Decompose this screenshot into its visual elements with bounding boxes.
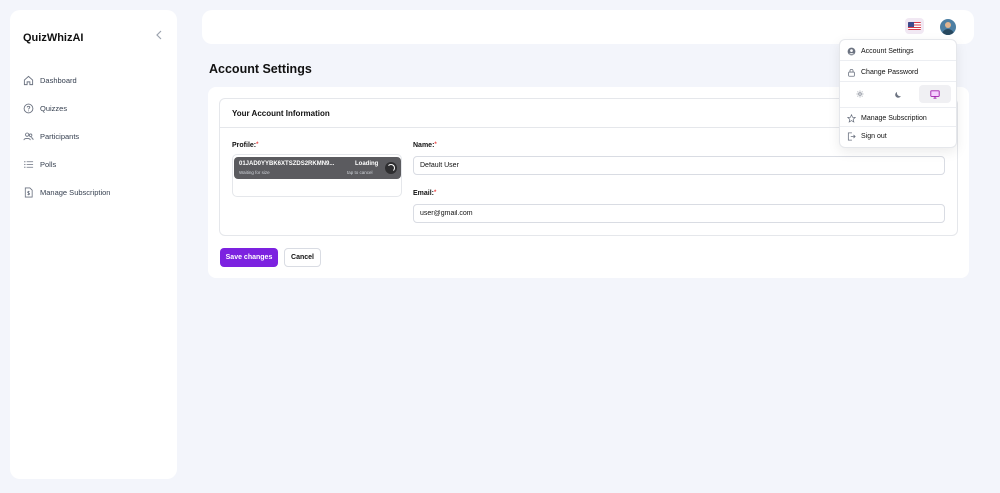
- brand-logo: QuizWhizAI: [23, 32, 84, 44]
- avatar-face: [945, 22, 951, 28]
- upload-progress-item: 01JAD0YYBK6XTSZDS2RKMN9... Waiting for s…: [234, 157, 401, 179]
- email-label-text: Email:: [413, 190, 435, 197]
- menu-item-label: Change Password: [861, 69, 919, 76]
- dollar-file-icon: [22, 186, 34, 198]
- star-icon: [847, 114, 856, 123]
- user-menu-dropdown: Account Settings Change Password Manage …: [839, 39, 957, 148]
- user-circle-icon: [847, 47, 856, 56]
- sidebar-item-quizzes[interactable]: Quizzes: [22, 94, 172, 122]
- sidebar-item-dashboard[interactable]: Dashboard: [22, 66, 172, 94]
- sign-out-icon: [847, 132, 856, 141]
- theme-light-button[interactable]: [844, 85, 876, 103]
- sidebar: QuizWhizAI Dashboard Quizzes Participant…: [10, 10, 177, 479]
- sidebar-item-label: Quizzes: [40, 103, 68, 113]
- menu-item-label: Manage Subscription: [861, 115, 927, 122]
- sidebar-item-label: Polls: [40, 159, 57, 169]
- page-title: Account Settings: [209, 62, 312, 76]
- sidebar-item-manage-subscription[interactable]: Manage Subscription: [22, 178, 172, 206]
- lock-icon: [847, 68, 856, 77]
- sidebar-item-participants[interactable]: Participants: [22, 122, 172, 150]
- upload-loading-text: Loading: [355, 161, 379, 167]
- menu-divider: [840, 60, 956, 61]
- required-mark: *: [256, 142, 259, 148]
- help-circle-icon: [22, 102, 34, 114]
- email-label: Email:*: [413, 190, 436, 197]
- required-mark: *: [434, 142, 437, 148]
- menu-item-account-settings[interactable]: Account Settings: [847, 47, 914, 56]
- menu-divider: [840, 126, 956, 127]
- cancel-upload-button[interactable]: [385, 162, 397, 174]
- chevron-left-icon: [156, 30, 162, 40]
- profile-label: Profile:*: [232, 142, 258, 149]
- sun-icon: [856, 90, 864, 98]
- upload-file-name: 01JAD0YYBK6XTSZDS2RKMN9...: [239, 161, 335, 167]
- list-icon: [22, 158, 34, 170]
- language-button[interactable]: [905, 18, 924, 34]
- monitor-icon: [930, 89, 940, 99]
- name-label: Name:*: [413, 142, 437, 149]
- save-changes-button[interactable]: Save changes: [220, 248, 278, 267]
- theme-dark-button[interactable]: [882, 85, 914, 103]
- users-icon: [22, 130, 34, 142]
- menu-divider: [840, 107, 956, 108]
- menu-item-change-password[interactable]: Change Password: [847, 68, 918, 77]
- avatar[interactable]: [940, 19, 956, 35]
- avatar-body: [942, 29, 954, 35]
- moon-icon: [894, 91, 901, 98]
- theme-system-button[interactable]: [919, 85, 951, 103]
- us-flag-icon: [908, 22, 921, 30]
- cancel-button[interactable]: Cancel: [284, 248, 321, 267]
- menu-item-label: Account Settings: [861, 48, 914, 55]
- name-label-text: Name:: [413, 142, 435, 149]
- upload-file-status: Waiting for size: [239, 170, 270, 175]
- sidebar-item-label: Dashboard: [40, 75, 77, 85]
- name-field[interactable]: [413, 156, 945, 175]
- sidebar-item-polls[interactable]: Polls: [22, 150, 172, 178]
- sidebar-nav: Dashboard Quizzes Participants Polls Man…: [22, 66, 172, 206]
- email-field[interactable]: [413, 204, 945, 223]
- menu-item-manage-subscription[interactable]: Manage Subscription: [847, 114, 927, 123]
- collapse-sidebar-button[interactable]: [152, 28, 166, 42]
- menu-divider: [840, 81, 956, 82]
- upload-cancel-hint: tap to cancel: [347, 170, 373, 175]
- profile-upload-dropzone[interactable]: 01JAD0YYBK6XTSZDS2RKMN9... Waiting for s…: [232, 154, 402, 197]
- sidebar-item-label: Participants: [40, 131, 80, 141]
- required-mark: *: [434, 190, 437, 196]
- profile-label-text: Profile:: [232, 142, 257, 149]
- menu-item-sign-out[interactable]: Sign out: [847, 132, 887, 141]
- menu-item-label: Sign out: [861, 133, 887, 140]
- home-icon: [22, 74, 34, 86]
- sidebar-item-label: Manage Subscription: [40, 187, 111, 197]
